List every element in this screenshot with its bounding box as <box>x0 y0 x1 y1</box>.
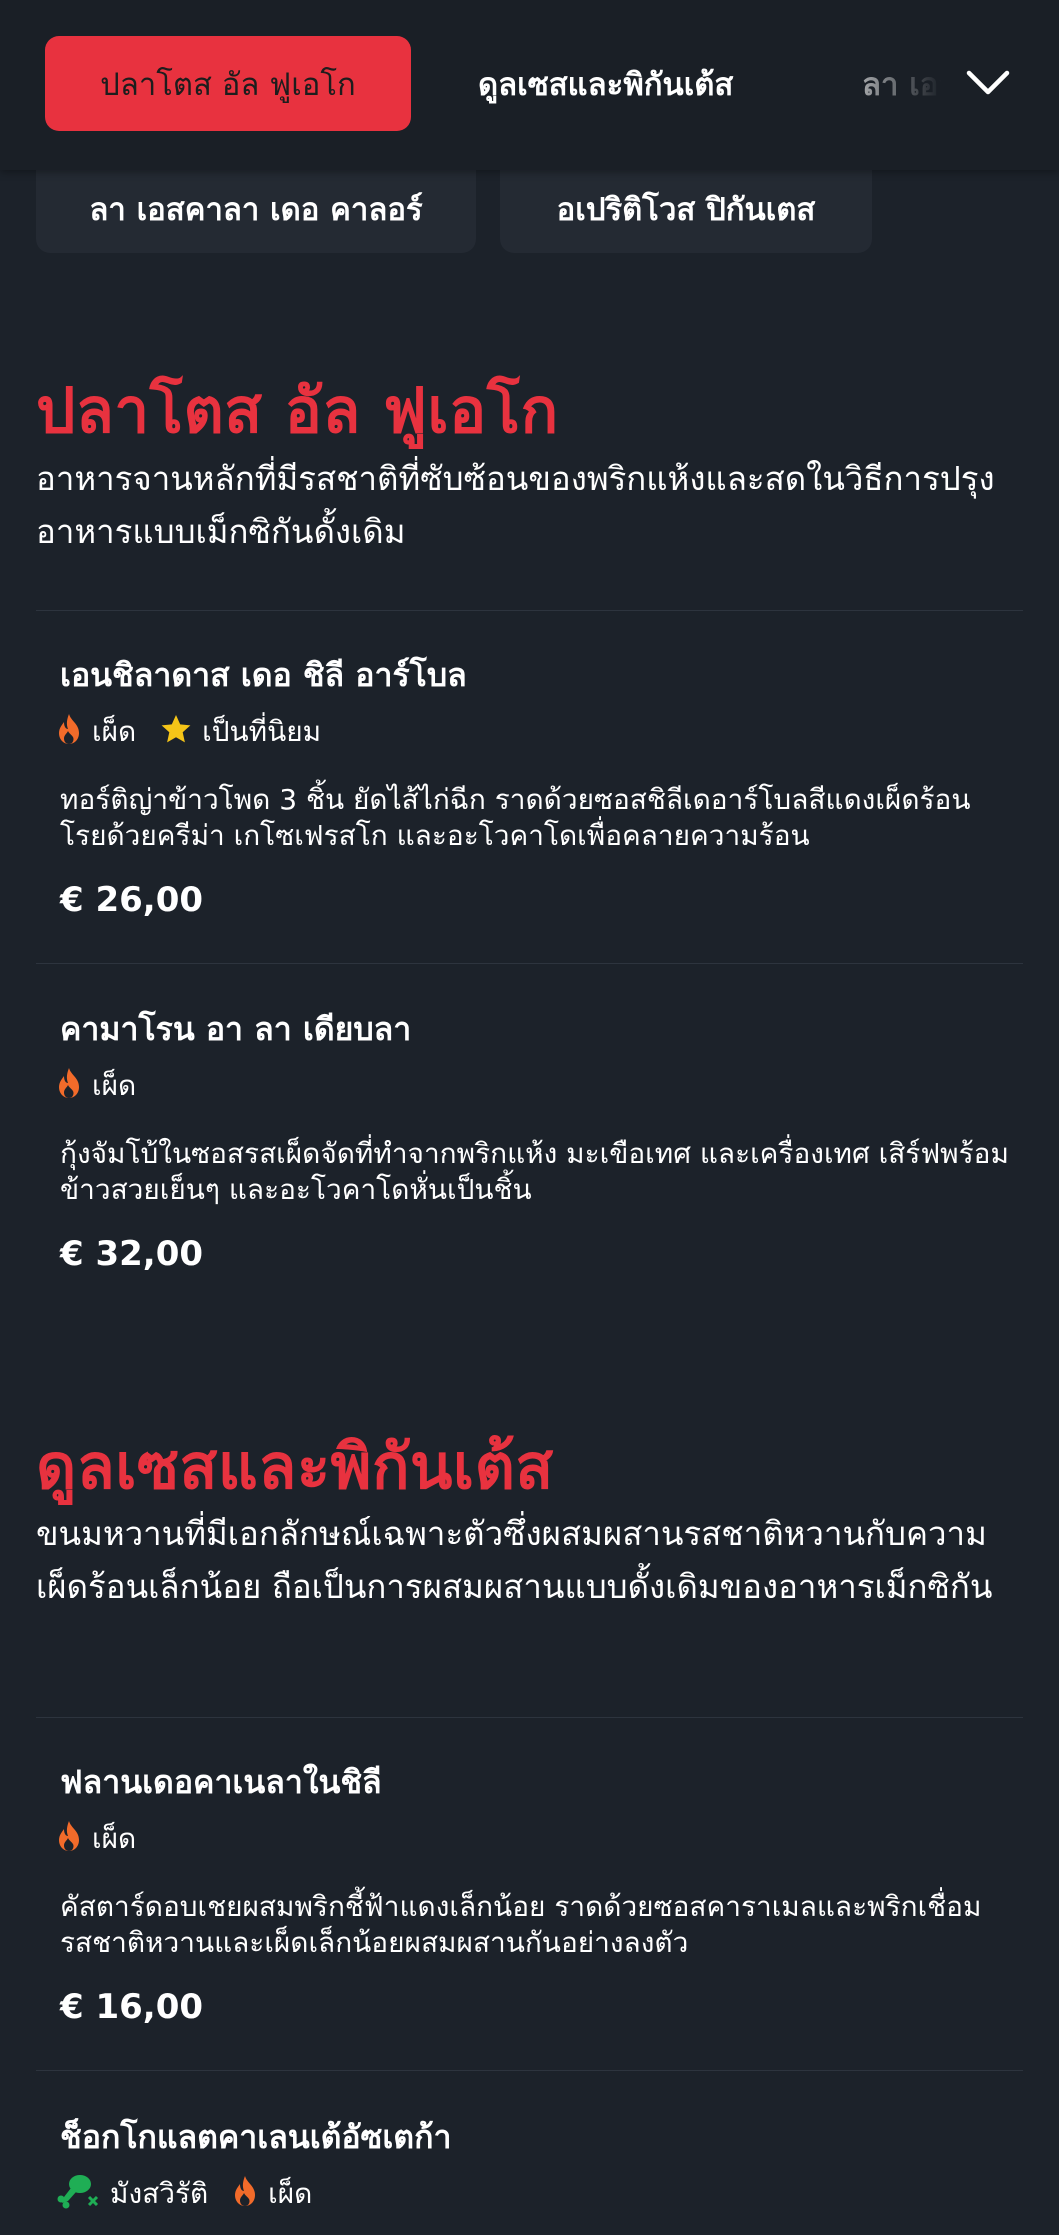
item-description: ทอร์ติญ่าข้าวโพด 3 ชิ้น ยัดไส้ไก่ฉีก ราด… <box>60 783 971 852</box>
divider <box>36 963 1023 964</box>
divider <box>36 1717 1023 1718</box>
item-description: คัสตาร์ดอบเชยผสมพริกชี้ฟ้าแดงเล็กน้อย รา… <box>60 1890 982 1959</box>
category-nav-bar: ปลาโตส อัล ฟูเอโก ดูลเซสและพิกันเต้ส ลา … <box>0 0 1059 170</box>
section-description: ขนมหวานที่มีเอกลักษณ์เฉพาะตัวซึ่งผสมผสาน… <box>36 1514 993 1606</box>
flame-icon <box>232 2175 258 2214</box>
tab-aperitivos-picantes[interactable]: อเปริติโวส ปิกันเตส <box>500 165 872 253</box>
item-name: เอนชิลาดาส เดอ ชิลี อาร์โบล <box>60 656 467 694</box>
flame-icon <box>56 1067 82 1106</box>
item-name: คามาโรน อา ลา เดียบลา <box>60 1010 412 1048</box>
item-tags: เผ็ด เป็นที่นิยม <box>56 712 335 752</box>
item-price: € 16,00 <box>60 1987 204 2027</box>
tag-label: เผ็ด <box>92 715 137 748</box>
tag-label: มังสวิรัติ <box>110 2177 209 2210</box>
item-price: € 32,00 <box>60 1234 204 1274</box>
tag-label: เป็นที่นิยม <box>202 715 322 748</box>
tab-dulces-y-picantes[interactable]: ดูลเซสและพิกันเต้ส <box>478 36 733 131</box>
flame-icon <box>56 1820 82 1859</box>
item-description: กุ้งจัมโบ้ในซอสรสเผ็ดจัดที่ทำจากพริกแห้ง… <box>60 1137 1009 1206</box>
tag-label: เผ็ด <box>268 2177 313 2210</box>
flame-icon <box>56 713 82 752</box>
divider <box>36 2070 1023 2071</box>
chevron-down-icon[interactable] <box>958 58 1018 108</box>
item-tags: เผ็ด <box>56 1066 150 1106</box>
vegan-drumstick-icon <box>56 2173 100 2216</box>
tab-la-escala-de-calor[interactable]: ลา เอสคาลา เดอ คาลอร์ <box>36 165 476 253</box>
tag-spicy: เผ็ด <box>56 710 136 754</box>
section-title: ดูลเซสและพิกันเต้ส <box>36 1430 554 1503</box>
divider <box>36 610 1023 611</box>
item-tags: เผ็ด <box>56 1819 150 1859</box>
tag-popular: เป็นที่นิยม <box>160 710 321 754</box>
item-name: ฟลานเดอคาเนลาในชิลี <box>60 1763 382 1801</box>
tab-la-escala-partial[interactable]: ลา เอสคาลา <box>862 36 942 131</box>
tab-platos-al-fuego[interactable]: ปลาโตส อัล ฟูเอโก <box>45 36 411 131</box>
tag-label: เผ็ด <box>92 1822 137 1855</box>
item-name: ช็อกโกแลตคาเลนเต้อัซเตก้า <box>60 2118 452 2156</box>
tag-label: เผ็ด <box>92 1069 137 1102</box>
star-icon <box>160 713 192 752</box>
tag-vegan: มังสวิรัติ <box>56 2172 208 2216</box>
section-title: ปลาโตส อัล ฟูเอโก <box>36 374 559 447</box>
item-tags: มังสวิรัติ เผ็ด <box>56 2174 326 2214</box>
tag-spicy: เผ็ด <box>56 1817 136 1861</box>
tag-spicy: เผ็ด <box>56 1064 136 1108</box>
tag-spicy: เผ็ด <box>232 2172 312 2216</box>
item-price: € 26,00 <box>60 880 204 920</box>
section-description: อาหารจานหลักที่มีรสชาติที่ซับซ้อนของพริก… <box>36 459 995 551</box>
